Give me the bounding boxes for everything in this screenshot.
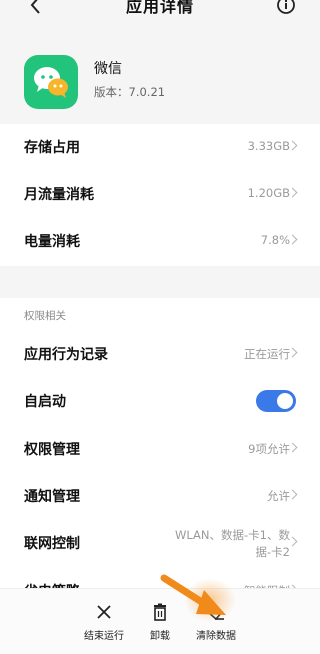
app-name: 微信 <box>94 61 122 77</box>
row-value: 正在运行 <box>244 347 290 361</box>
row-label: 自启动 <box>24 394 66 410</box>
bottom-label: 卸载 <box>150 631 170 642</box>
row-value-line: 据-卡2 <box>255 545 290 559</box>
row-value: 允许 <box>267 489 290 503</box>
section-header: 权限相关 <box>24 310 66 322</box>
row-label: 月流量消耗 <box>24 187 94 203</box>
force-stop-button[interactable]: 结束运行 <box>74 589 134 654</box>
activity-log-row[interactable]: 应用行为记录 正在运行 <box>0 331 320 378</box>
row-value: 7.8% <box>260 233 290 247</box>
app-icon <box>24 55 78 109</box>
row-value: 3.33GB <box>247 139 290 153</box>
wechat-icon <box>34 67 68 98</box>
row-value: 9项允许 <box>248 442 290 456</box>
traffic-row[interactable]: 月流量消耗 1.20GB <box>0 171 320 218</box>
row-label: 通知管理 <box>24 489 80 505</box>
row-label: 联网控制 <box>24 536 80 552</box>
row-label: 电量消耗 <box>24 234 80 250</box>
storage-row[interactable]: 存储占用 3.33GB <box>0 124 320 171</box>
row-value: WLAN、数据-卡1、数 据-卡2 <box>140 527 290 561</box>
row-value-line: WLAN、数据-卡1、数 <box>175 528 290 542</box>
usage-section: 存储占用 3.33GB 月流量消耗 1.20GB 电量消耗 7.8% <box>0 124 320 266</box>
network-control-row[interactable]: 联网控制 WLAN、数据-卡1、数 据-卡2 <box>0 520 320 567</box>
bottom-label: 清除数据 <box>196 631 236 642</box>
toggle-knob <box>277 393 293 409</box>
bottom-label: 结束运行 <box>84 631 124 642</box>
row-label: 存储占用 <box>24 140 80 156</box>
close-icon <box>97 605 111 619</box>
autostart-row: 自启动 <box>0 378 320 425</box>
app-version: 版本：7.0.21 <box>94 85 166 99</box>
arrow-pointer-icon <box>160 574 236 622</box>
permission-management-row[interactable]: 权限管理 9项允许 <box>0 426 320 473</box>
title-bar: 应用详情 <box>0 0 320 22</box>
notification-management-row[interactable]: 通知管理 允许 <box>0 473 320 520</box>
autostart-toggle[interactable] <box>256 390 296 412</box>
row-value: 1.20GB <box>247 186 290 200</box>
page-title: 应用详情 <box>125 0 194 16</box>
battery-row[interactable]: 电量消耗 7.8% <box>0 218 320 265</box>
row-label: 应用行为记录 <box>24 347 108 363</box>
row-label: 权限管理 <box>24 442 80 458</box>
info-icon[interactable] <box>276 0 296 15</box>
app-header: 微信 版本：7.0.21 <box>0 22 320 124</box>
permissions-section: 权限相关 应用行为记录 正在运行 自启动 权限管理 9项允许 通知管理 允许 联… <box>0 298 320 600</box>
